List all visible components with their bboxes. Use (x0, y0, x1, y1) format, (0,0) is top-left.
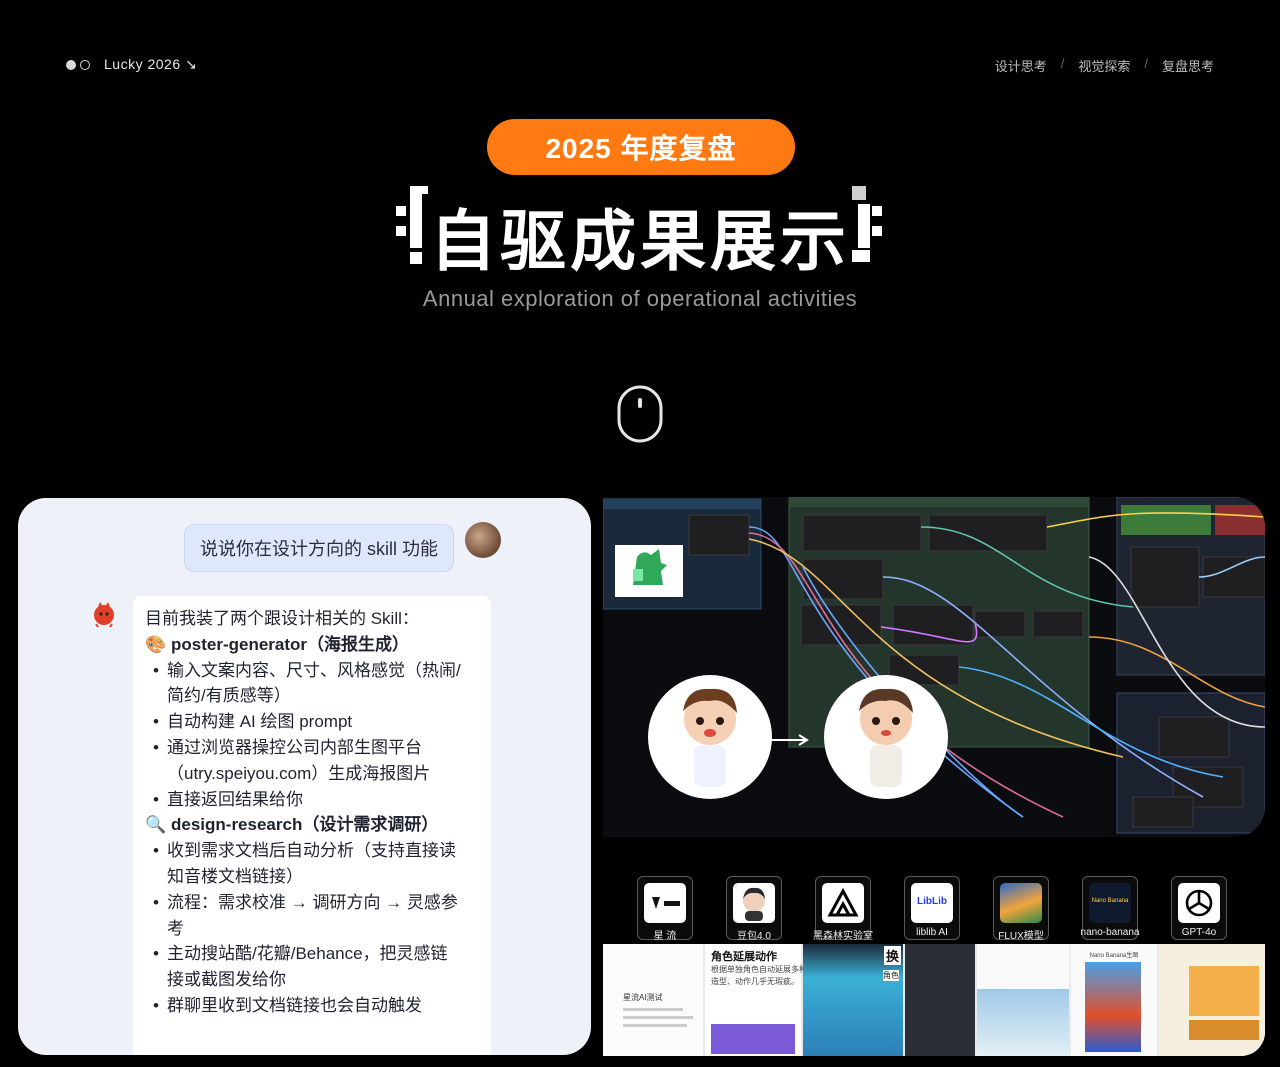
bot-avatar-icon (94, 602, 114, 628)
right-bracket-icon (852, 186, 884, 266)
dot-inactive (80, 60, 90, 70)
doc-thumb-test: 星流AI测试 (603, 944, 703, 1056)
tool-gpt-4o[interactable]: GPT-4o (1171, 876, 1227, 940)
list-item: • 输入文案内容、尺寸、风格感觉（热闹/简约/有质感等） (153, 660, 461, 706)
scroll-mouse-icon[interactable] (617, 385, 663, 443)
palette-icon: 🎨 (145, 634, 167, 654)
tool-label: nano-banana (1080, 927, 1140, 938)
openai-icon (1178, 883, 1220, 923)
nav-link-review-thinking[interactable]: 复盘思考 (1162, 56, 1214, 75)
user-avatar (465, 522, 501, 558)
dot-active (66, 60, 76, 70)
doc-thumb-game-ui (1159, 944, 1265, 1056)
nano-banana-icon: Nano Banana (1089, 883, 1131, 923)
node-graph (603, 497, 1265, 834)
skill-title: 🎨 poster-generator（海报生成） (145, 632, 491, 658)
year-review-badge: 2025 年度复盘 (487, 119, 795, 175)
doc-thumb-posters: 换 角色 (803, 944, 903, 1056)
tool-nano-banana[interactable]: Nano Banana nano-banana (1081, 876, 1139, 940)
doc-thumb-sky (977, 944, 1069, 1056)
chat-card: 说说你在设计方向的 skill 功能 目前我装了两个跟设计相关的 Skill： … (18, 498, 591, 1055)
page-indicator-dots (66, 60, 90, 70)
skill-title: 🔍 design-research（设计需求调研） (145, 812, 491, 838)
brand-link[interactable]: Lucky 2026 ↘ (104, 56, 197, 73)
user-message-bubble: 说说你在设计方向的 skill 功能 (184, 524, 454, 572)
answer-intro: 目前我装了两个跟设计相关的 Skill： (145, 609, 419, 628)
list-item: • 主动搜站酷/花瓣/Behance，把灵感链 接或截图发给你 (153, 944, 448, 990)
tool-label: 黑森林实验室 (813, 931, 873, 942)
top-nav: 设计思考 / 视觉探索 / 复盘思考 (995, 56, 1214, 75)
xingliu-icon (644, 883, 686, 923)
list-item: • 群聊里收到文档链接也会自动触发 (153, 995, 422, 1015)
hero-title: 自驱成果展示 (430, 204, 850, 278)
magnifier-icon: 🔍 (145, 815, 167, 835)
tool-doubao[interactable]: 豆包4.0 (726, 876, 782, 942)
doc-thumb-node-editor (905, 944, 975, 1056)
node-workflow-screenshot (603, 497, 1265, 837)
nav-separator: / (1144, 56, 1148, 71)
flux-icon (1000, 883, 1042, 923)
liblib-icon: LibLib (911, 883, 953, 923)
list-item: • 流程：需求校准 → 调研方向 → 灵感参考 (153, 892, 458, 938)
list-item: • 收到需求文档后自动分析（支持直接读 知音楼文档链接） (153, 841, 456, 886)
list-item: • 自动构建 AI 绘图 prompt (153, 712, 353, 732)
tool-label: 豆包4.0 (737, 931, 771, 942)
tool-black-forest-labs[interactable]: 黑森林实验室 (813, 876, 873, 942)
tool-label: liblib AI (916, 927, 948, 938)
doc-thumb-nano-banana: Nano Banana生图 (1071, 944, 1157, 1056)
doubao-icon (733, 883, 775, 923)
list-item: • 通过浏览器操控公司内部生图平台 （utry.speiyou.com）生成海报图片 (153, 737, 431, 783)
black-forest-labs-icon (822, 883, 864, 923)
tool-label: 星 流 (653, 931, 677, 942)
tool-label: GPT-4o (1181, 927, 1217, 938)
hero-subtitle: Annual exploration of operational activi… (422, 286, 858, 311)
nav-link-design-thinking[interactable]: 设计思考 (995, 56, 1047, 75)
nav-link-visual-exploration[interactable]: 视觉探索 (1078, 56, 1130, 75)
tool-liblib[interactable]: LibLib liblib AI (904, 876, 960, 940)
bot-answer: 目前我装了两个跟设计相关的 Skill： 🎨 poster-generator（海… (133, 596, 491, 1055)
tool-xingliu[interactable]: 星 流 (637, 876, 693, 942)
doc-thumb-character: 角色延展动作 根据单独角色自动延展多种动 造型、动作几乎无瑕疵。 (705, 944, 815, 1056)
document-screenshots-strip: 星流AI测试 角色延展动作 根据单独角色自动延展多种动 造型、动作几乎无瑕疵。 … (603, 944, 1265, 1056)
list-item: • 直接返回结果给你 (153, 789, 303, 809)
tool-flux[interactable]: FLUX模型 (993, 876, 1049, 942)
nav-separator: / (1060, 56, 1065, 71)
tool-label: FLUX模型 (998, 931, 1044, 942)
